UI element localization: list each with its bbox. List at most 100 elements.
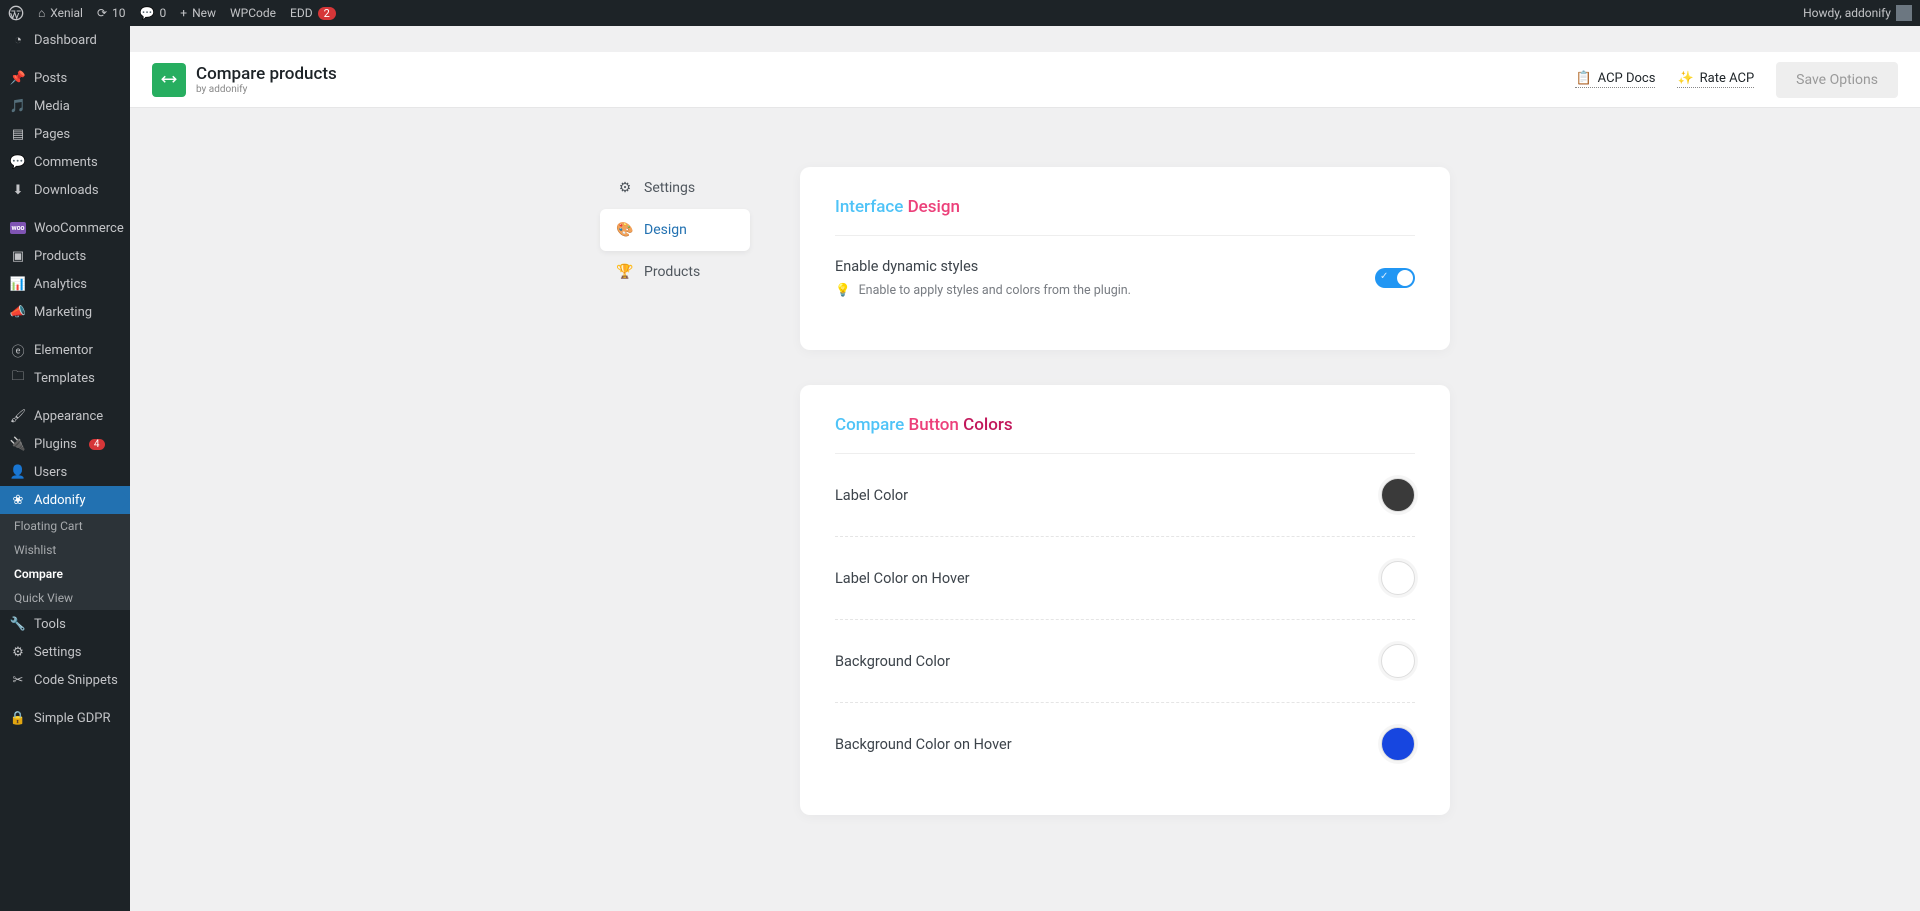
folder-icon: 🗀: [10, 370, 26, 386]
settings-tabs: ⚙Settings 🎨Design 🏆Products: [600, 167, 750, 293]
plugins-badge: 4: [89, 439, 105, 450]
content: ⚙Settings 🎨Design 🏆Products Interface De…: [130, 107, 1920, 875]
menu-appearance[interactable]: 🖌Appearance: [0, 402, 130, 430]
menu-downloads[interactable]: ⬇Downloads: [0, 176, 130, 204]
home-icon: ⌂: [38, 6, 45, 20]
label-color-row: Label Color: [835, 454, 1415, 537]
code-icon: ✂: [10, 672, 26, 688]
trophy-icon: 🏆: [618, 265, 632, 279]
sliders-icon: ⚙: [10, 644, 26, 660]
menu-analytics[interactable]: 📊Analytics: [0, 270, 130, 298]
save-button[interactable]: Save Options: [1776, 62, 1898, 98]
enable-dynamic-styles-row: Enable dynamic styles 💡Enable to apply s…: [835, 236, 1415, 320]
menu-products[interactable]: ▣Products: [0, 242, 130, 270]
wpcode-link[interactable]: WPCode: [230, 6, 276, 20]
site-name[interactable]: ⌂Xenial: [38, 6, 83, 20]
download-icon: ⬇: [10, 182, 26, 198]
tab-settings[interactable]: ⚙Settings: [600, 167, 750, 209]
panels: Interface Design Enable dynamic styles 💡…: [800, 167, 1450, 815]
plugin-logo: [152, 63, 186, 97]
analytics-icon: 📊: [10, 276, 26, 292]
menu-elementor[interactable]: ⓔElementor: [0, 336, 130, 364]
gear-icon: ⚙: [618, 181, 632, 195]
menu-pages[interactable]: ▤Pages: [0, 120, 130, 148]
page-icon: ▤: [10, 126, 26, 142]
submenu-quick-view[interactable]: Quick View: [0, 586, 130, 610]
bg-color-picker[interactable]: [1381, 644, 1415, 678]
updates[interactable]: ⟳10: [97, 6, 126, 20]
avatar: [1896, 5, 1912, 21]
bg-color-row: Background Color: [835, 620, 1415, 703]
menu-woocommerce[interactable]: wooWooCommerce: [0, 214, 130, 242]
page-subtitle: by addonify: [196, 84, 337, 95]
clipboard-icon: 📋: [1575, 71, 1591, 86]
check-icon: ✓: [1380, 271, 1388, 282]
menu-templates[interactable]: 🗀Templates: [0, 364, 130, 392]
docs-link[interactable]: 📋ACP Docs: [1575, 71, 1655, 88]
plug-icon: 🔌: [10, 436, 26, 452]
sparkle-icon: ✨: [1677, 71, 1693, 86]
elementor-icon: ⓔ: [10, 342, 26, 358]
edd-link[interactable]: EDD2: [290, 6, 336, 20]
dashboard-icon: ◔: [10, 32, 26, 48]
color-label: Background Color on Hover: [835, 736, 1012, 753]
menu-code-snippets[interactable]: ✂Code Snippets: [0, 666, 130, 694]
menu-posts[interactable]: 📌Posts: [0, 64, 130, 92]
products-icon: ▣: [10, 248, 26, 264]
plus-icon: +: [180, 6, 187, 20]
menu-settings[interactable]: ⚙Settings: [0, 638, 130, 666]
wp-logo[interactable]: [8, 5, 24, 21]
page-title: Compare products: [196, 64, 337, 84]
pin-icon: 📌: [10, 70, 26, 86]
megaphone-icon: 📣: [10, 304, 26, 320]
label-hover-color-row: Label Color on Hover: [835, 537, 1415, 620]
main: Compare products by addonify 📋ACP Docs ✨…: [130, 52, 1920, 875]
color-label: Background Color: [835, 653, 950, 670]
media-icon: 🎵: [10, 98, 26, 114]
bulb-icon: 💡: [835, 283, 851, 298]
menu-addonify[interactable]: ❀Addonify: [0, 486, 130, 514]
howdy-user[interactable]: Howdy, addonify: [1803, 5, 1912, 21]
menu-dashboard[interactable]: ◔Dashboard: [0, 26, 130, 54]
tab-design[interactable]: 🎨Design: [600, 209, 750, 251]
submenu-floating-cart[interactable]: Floating Cart: [0, 514, 130, 538]
woo-icon: woo: [10, 220, 26, 236]
menu-media[interactable]: 🎵Media: [0, 92, 130, 120]
card-title: Compare Button Colors: [835, 415, 1415, 454]
design-icon: 🎨: [618, 223, 632, 237]
rate-link[interactable]: ✨Rate ACP: [1677, 71, 1754, 88]
setting-label: Enable dynamic styles: [835, 258, 1131, 275]
lock-icon: 🔒: [10, 710, 26, 726]
label-color-picker[interactable]: [1381, 478, 1415, 512]
edd-badge: 2: [318, 7, 336, 20]
card-title: Interface Design: [835, 197, 1415, 236]
wrench-icon: 🔧: [10, 616, 26, 632]
admin-sidebar: ◔Dashboard 📌Posts 🎵Media ▤Pages 💬Comment…: [0, 26, 130, 911]
menu-marketing[interactable]: 📣Marketing: [0, 298, 130, 326]
addonify-submenu: Floating Cart Wishlist Compare Quick Vie…: [0, 514, 130, 610]
addonify-icon: ❀: [10, 492, 26, 508]
brush-icon: 🖌: [10, 408, 26, 424]
menu-plugins[interactable]: 🔌Plugins4: [0, 430, 130, 458]
label-hover-color-picker[interactable]: [1381, 561, 1415, 595]
compare-button-colors-card: Compare Button Colors Label Color Label …: [800, 385, 1450, 815]
menu-users[interactable]: 👤Users: [0, 458, 130, 486]
page-header: Compare products by addonify 📋ACP Docs ✨…: [130, 52, 1920, 107]
menu-comments[interactable]: 💬Comments: [0, 148, 130, 176]
enable-dynamic-styles-toggle[interactable]: ✓: [1375, 268, 1415, 288]
interface-design-card: Interface Design Enable dynamic styles 💡…: [800, 167, 1450, 350]
bg-hover-color-row: Background Color on Hover: [835, 703, 1415, 785]
bg-hover-color-picker[interactable]: [1381, 727, 1415, 761]
comments-link[interactable]: 💬0: [140, 6, 167, 20]
color-label: Label Color on Hover: [835, 570, 970, 587]
menu-tools[interactable]: 🔧Tools: [0, 610, 130, 638]
tab-products[interactable]: 🏆Products: [600, 251, 750, 293]
user-icon: 👤: [10, 464, 26, 480]
new-content[interactable]: +New: [180, 6, 216, 20]
refresh-icon: ⟳: [97, 6, 107, 20]
setting-description: 💡Enable to apply styles and colors from …: [835, 283, 1131, 298]
submenu-wishlist[interactable]: Wishlist: [0, 538, 130, 562]
admin-bar: ⌂Xenial ⟳10 💬0 +New WPCode EDD2 Howdy, a…: [0, 0, 1920, 26]
submenu-compare[interactable]: Compare: [0, 562, 130, 586]
menu-simple-gdpr[interactable]: 🔒Simple GDPR: [0, 704, 130, 732]
